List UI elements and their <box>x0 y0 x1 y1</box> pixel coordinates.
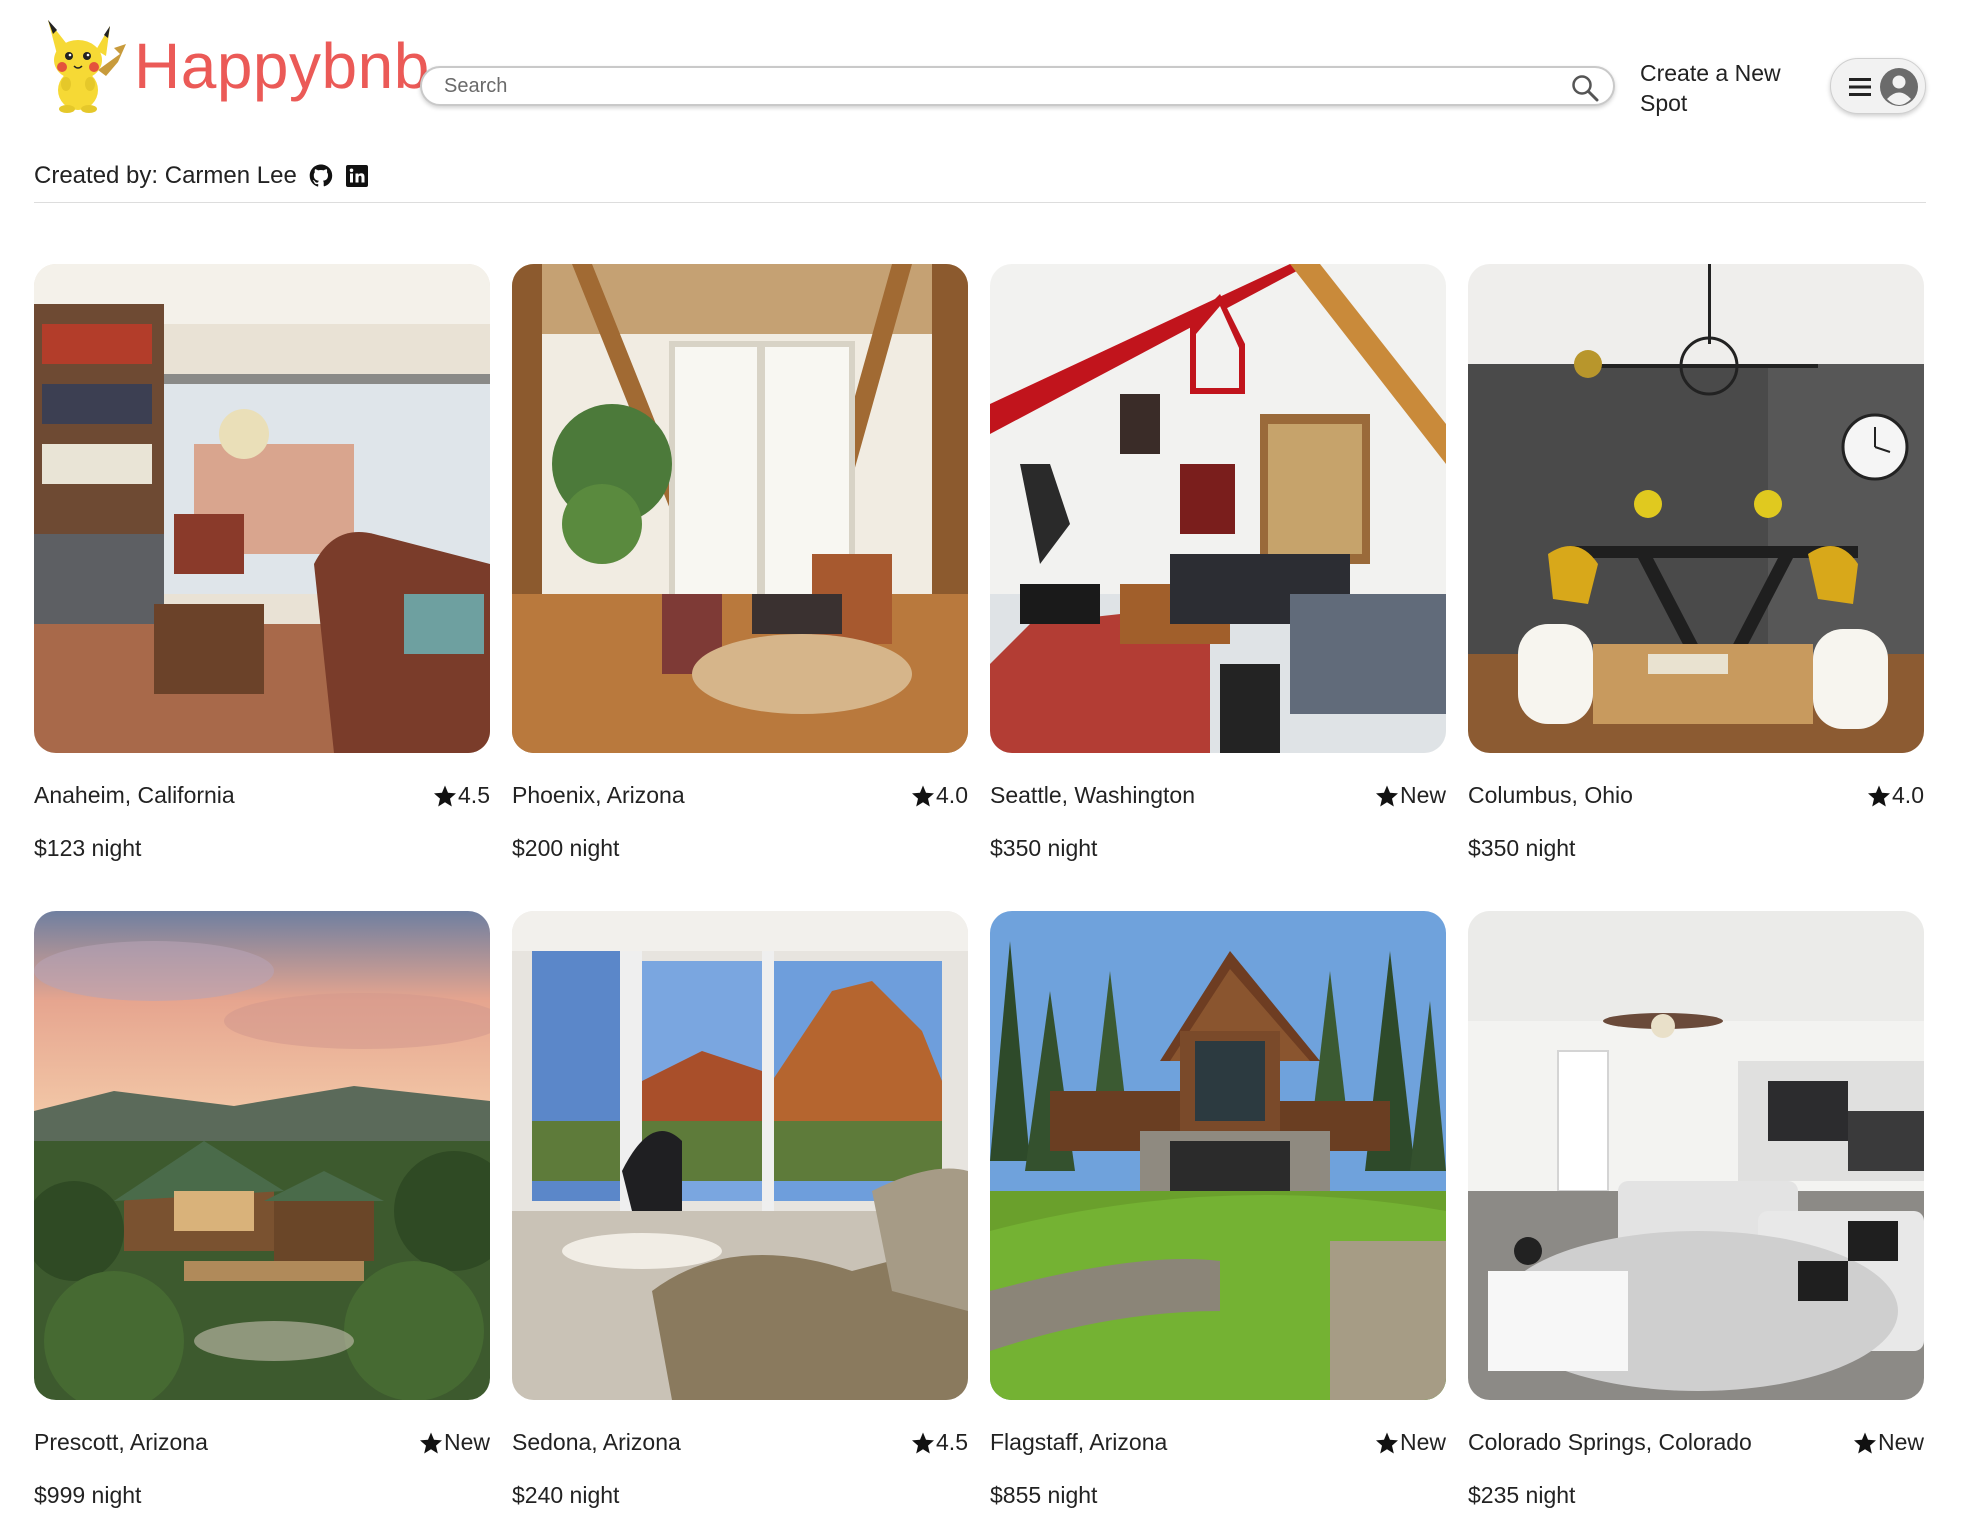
spot-rating-value: 4.5 <box>936 1429 968 1455</box>
header-divider <box>34 202 1926 203</box>
spot-city: Anaheim, California <box>34 782 235 808</box>
spot-rating-value: 4.0 <box>936 782 968 808</box>
spot-rating-value: 4.0 <box>1892 782 1924 808</box>
spot-photo[interactable] <box>990 264 1446 753</box>
star-icon <box>912 1432 935 1453</box>
spot-card[interactable]: Sedona, Arizona 4.5 $240 night <box>512 911 968 1523</box>
spot-photo[interactable] <box>34 911 490 1400</box>
star-icon <box>1868 785 1891 806</box>
spot-rating: 4.0 <box>911 782 968 809</box>
spot-photo[interactable] <box>1468 911 1924 1400</box>
linkedin-icon[interactable] <box>345 164 369 188</box>
spot-rating: 4.5 <box>433 782 490 809</box>
spot-photo[interactable] <box>990 911 1446 1400</box>
spot-rating-value: New <box>1399 782 1446 808</box>
spot-card[interactable]: Flagstaff, Arizona New $855 night <box>990 911 1446 1523</box>
spot-photo[interactable] <box>512 911 968 1400</box>
spot-price: $999 night <box>34 1482 142 1508</box>
spot-photo[interactable] <box>512 264 968 753</box>
spot-rating-value: 4.5 <box>458 782 490 808</box>
top-nav: Happybnb Create a New Spot <box>0 0 1961 130</box>
search-input[interactable] <box>444 74 1544 98</box>
spot-rating: New <box>1853 1429 1924 1456</box>
star-icon <box>1375 785 1398 806</box>
github-icon[interactable] <box>309 164 333 188</box>
spot-city: Sedona, Arizona <box>512 1429 681 1455</box>
spot-rating: 4.0 <box>1867 782 1924 809</box>
spot-city: Colorado Springs, Colorado <box>1468 1429 1752 1455</box>
credits-label: Created by: Carmen Lee <box>34 162 297 189</box>
spot-price: $350 night <box>1468 835 1576 861</box>
user-avatar-icon <box>1880 68 1918 106</box>
credits-bar: Created by: Carmen Lee <box>34 162 369 190</box>
spot-city: Seattle, Washington <box>990 782 1195 808</box>
spot-rating: 4.5 <box>911 1429 968 1456</box>
star-icon <box>419 1432 442 1453</box>
spot-card[interactable]: Colorado Springs, Colorado New $235 nigh… <box>1468 911 1924 1523</box>
spot-photo[interactable] <box>34 264 490 753</box>
spot-rating-value: New <box>1399 1429 1446 1455</box>
spot-rating: New <box>1375 1429 1446 1456</box>
spot-city: Prescott, Arizona <box>34 1429 208 1455</box>
spot-rating-value: New <box>1877 1429 1924 1455</box>
spot-price: $200 night <box>512 835 620 861</box>
spot-card[interactable]: Phoenix, Arizona 4.0 $200 night <box>512 264 968 911</box>
spot-card[interactable]: Seattle, Washington New $350 night <box>990 264 1446 911</box>
search-bar[interactable] <box>420 66 1615 106</box>
search-icon[interactable] <box>1571 74 1599 102</box>
spot-price: $240 night <box>512 1482 620 1508</box>
spot-price: $235 night <box>1468 1482 1576 1508</box>
spot-card[interactable]: Columbus, Ohio 4.0 $350 night <box>1468 264 1924 911</box>
spot-city: Flagstaff, Arizona <box>990 1429 1168 1455</box>
spot-card[interactable]: Prescott, Arizona New $999 night <box>34 911 490 1523</box>
spot-price: $123 night <box>34 835 142 861</box>
hamburger-icon <box>1849 78 1871 96</box>
spot-rating-value: New <box>443 1429 490 1455</box>
star-icon <box>912 785 935 806</box>
star-icon <box>1853 1432 1876 1453</box>
spot-rating: New <box>1375 782 1446 809</box>
create-spot-link[interactable]: Create a New Spot <box>1640 58 1790 118</box>
spot-photo[interactable] <box>1468 264 1924 753</box>
pikachu-icon <box>48 20 126 113</box>
star-icon <box>1375 1432 1398 1453</box>
spot-rating: New <box>419 1429 490 1456</box>
spot-price: $350 night <box>990 835 1098 861</box>
logo-link[interactable]: Happybnb <box>40 18 430 113</box>
spot-price: $855 night <box>990 1482 1098 1508</box>
spots-grid: Anaheim, California 4.5 $123 night Phoen… <box>34 264 1926 1523</box>
profile-menu-button[interactable] <box>1830 58 1926 114</box>
logo-text: Happybnb <box>134 29 430 102</box>
star-icon <box>434 785 457 806</box>
spot-city: Columbus, Ohio <box>1468 782 1633 808</box>
spot-card[interactable]: Anaheim, California 4.5 $123 night <box>34 264 490 911</box>
spot-city: Phoenix, Arizona <box>512 782 685 808</box>
